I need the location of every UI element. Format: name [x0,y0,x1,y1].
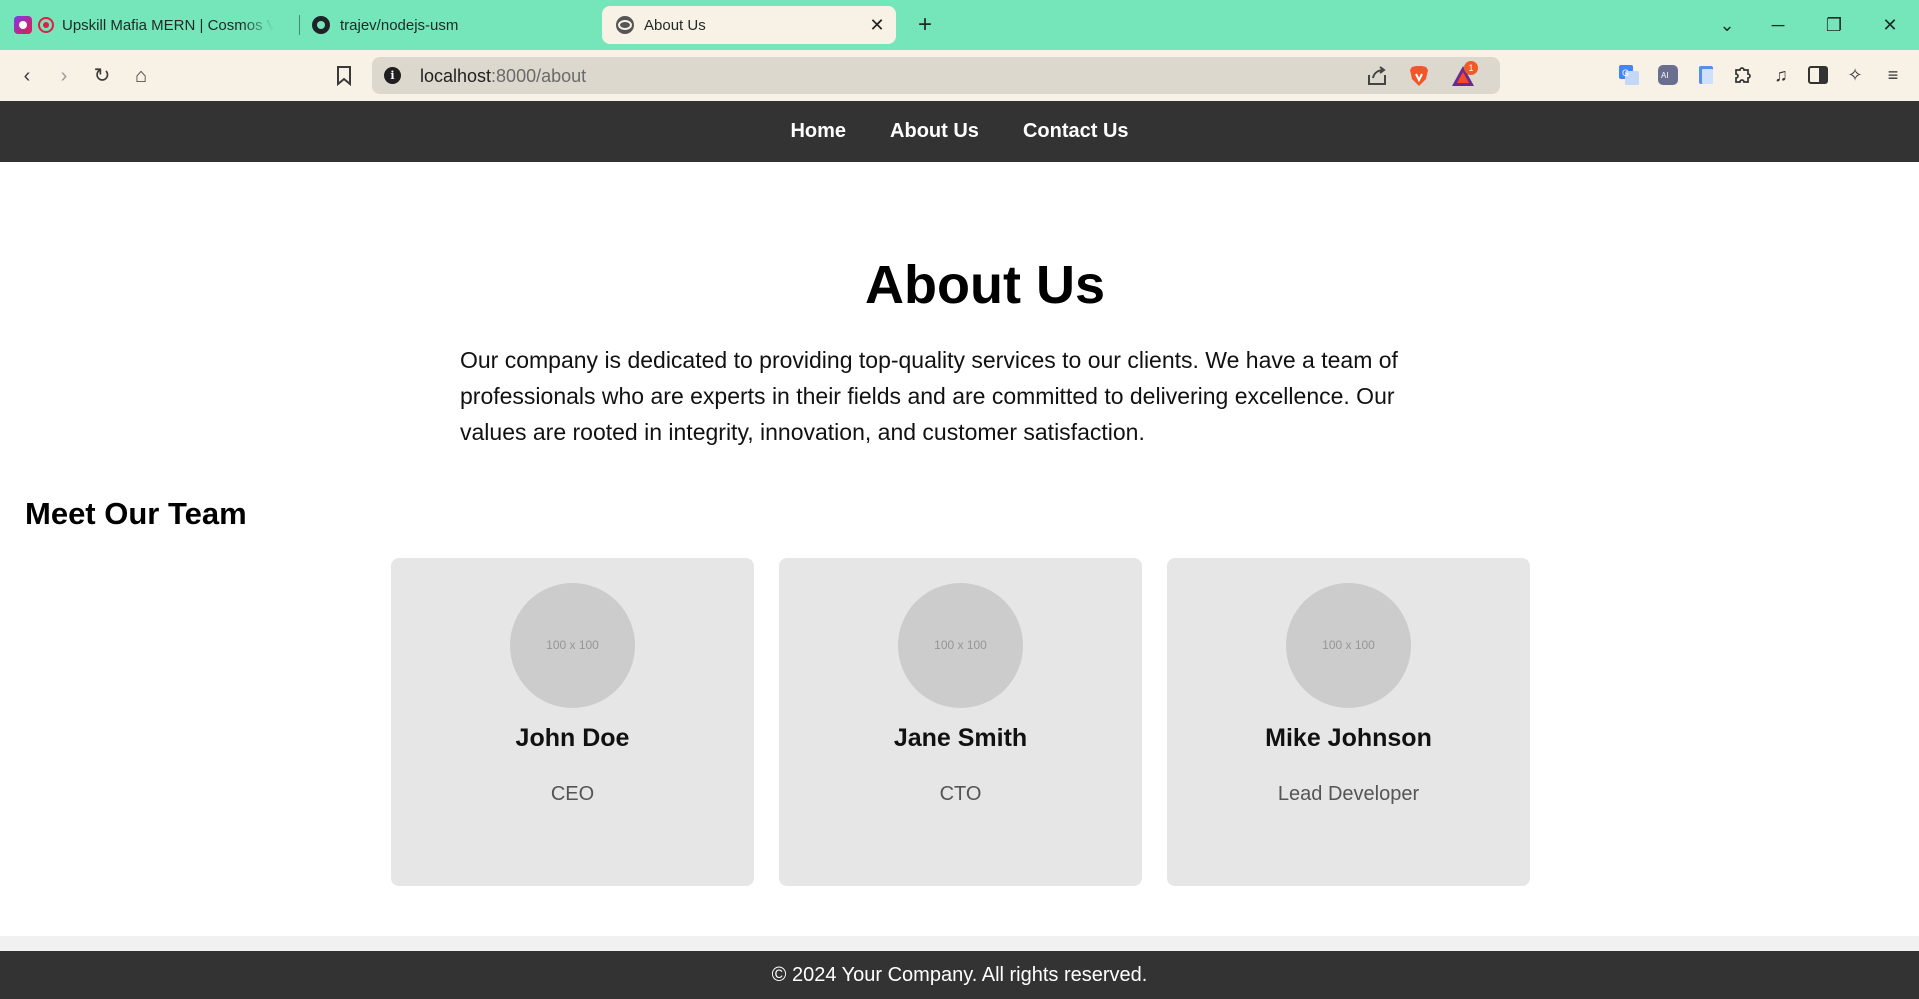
allinone-extension-icon[interactable]: AI [1656,63,1680,87]
rewards-badge: 1 [1464,61,1478,75]
member-role: CTO [939,783,982,805]
github-icon [312,16,330,34]
back-icon[interactable]: ‹ [12,62,42,90]
restore-icon[interactable]: ❐ [1818,10,1850,40]
team-heading: Meet Our Team [25,496,247,531]
member-name: Jane Smith [893,724,1028,752]
menu-icon[interactable]: ≡ [1881,63,1905,87]
new-tab-icon[interactable]: + [912,12,938,38]
footer-spacer [0,936,1919,951]
tab-label: trajev/nodejs-usm [340,16,459,34]
forward-icon[interactable]: › [49,62,79,90]
site-navbar: Home About Us Contact Us [0,101,1919,162]
tab-upskill-mafia[interactable]: Upskill Mafia MERN | Cosmos Vi [14,6,296,44]
tab-github[interactable]: trajev/nodejs-usm [312,6,592,44]
member-role: Lead Developer [1277,783,1420,805]
tab-search-chevron-icon[interactable]: ⌄ [1711,10,1743,40]
nav-link-contact-us[interactable]: Contact Us [1023,120,1129,143]
member-name: Mike Johnson [1265,724,1432,752]
url-host: localhost [420,66,492,86]
tab-label: About Us [644,16,706,34]
site-footer: © 2024 Your Company. All rights reserved… [0,951,1919,999]
team-card-mike-johnson: 100 x 100 Mike Johnson Lead Developer [1167,558,1530,886]
reload-icon[interactable]: ↻ [87,62,117,90]
tab-label: Upskill Mafia MERN | Cosmos Vi [62,16,274,34]
brave-shields-icon[interactable] [1408,64,1430,88]
member-name: John Doe [515,724,630,752]
tab-bar: Upskill Mafia MERN | Cosmos Vi trajev/no… [0,0,1919,50]
avatar: 100 x 100 [510,583,635,708]
nav-link-about-us[interactable]: About Us [890,120,979,143]
member-role: CEO [550,783,595,805]
about-description: Our company is dedicated to providing to… [460,347,1398,445]
bookmark-icon[interactable] [329,62,359,90]
site-info-icon[interactable]: i [384,67,401,84]
globe-icon [616,16,634,34]
url-text[interactable]: localhost:8000/about [420,66,586,87]
leo-ai-icon[interactable]: ✧ [1843,63,1867,87]
tab-separator [299,15,300,35]
window-close-icon[interactable]: ✕ [1874,10,1906,40]
clipboard-extension-icon[interactable] [1694,63,1718,87]
recording-icon [38,17,54,33]
extensions-puzzle-icon[interactable] [1731,63,1755,87]
home-icon[interactable]: ⌂ [126,62,156,90]
share-icon[interactable] [1366,65,1388,87]
cosmos-icon [14,16,32,34]
svg-text:AI: AI [1661,71,1669,80]
minimize-icon[interactable]: ─ [1762,10,1794,40]
avatar: 100 x 100 [898,583,1023,708]
team-card-jane-smith: 100 x 100 Jane Smith CTO [779,558,1142,886]
team-card-john-doe: 100 x 100 John Doe CEO [391,558,754,886]
translate-extension-icon[interactable]: G [1617,63,1641,87]
url-path: :8000/about [491,66,587,86]
page-title: About Us [865,255,1105,315]
avatar: 100 x 100 [1286,583,1411,708]
svg-text:G: G [1622,68,1629,78]
tab-about-us[interactable]: About Us ✕ [602,6,896,44]
address-bar[interactable]: i localhost:8000/about 1 [372,57,1500,94]
media-music-icon[interactable]: ♫ [1769,63,1793,87]
close-tab-icon[interactable]: ✕ [866,14,888,36]
sidebar-toggle-icon[interactable] [1806,63,1830,87]
browser-toolbar: ‹ › ↻ ⌂ i localhost:8000/about 1 G AI ♫ … [0,50,1919,101]
team-grid: 100 x 100 John Doe CEO 100 x 100 Jane Sm… [391,558,1531,886]
nav-link-home[interactable]: Home [790,120,846,143]
